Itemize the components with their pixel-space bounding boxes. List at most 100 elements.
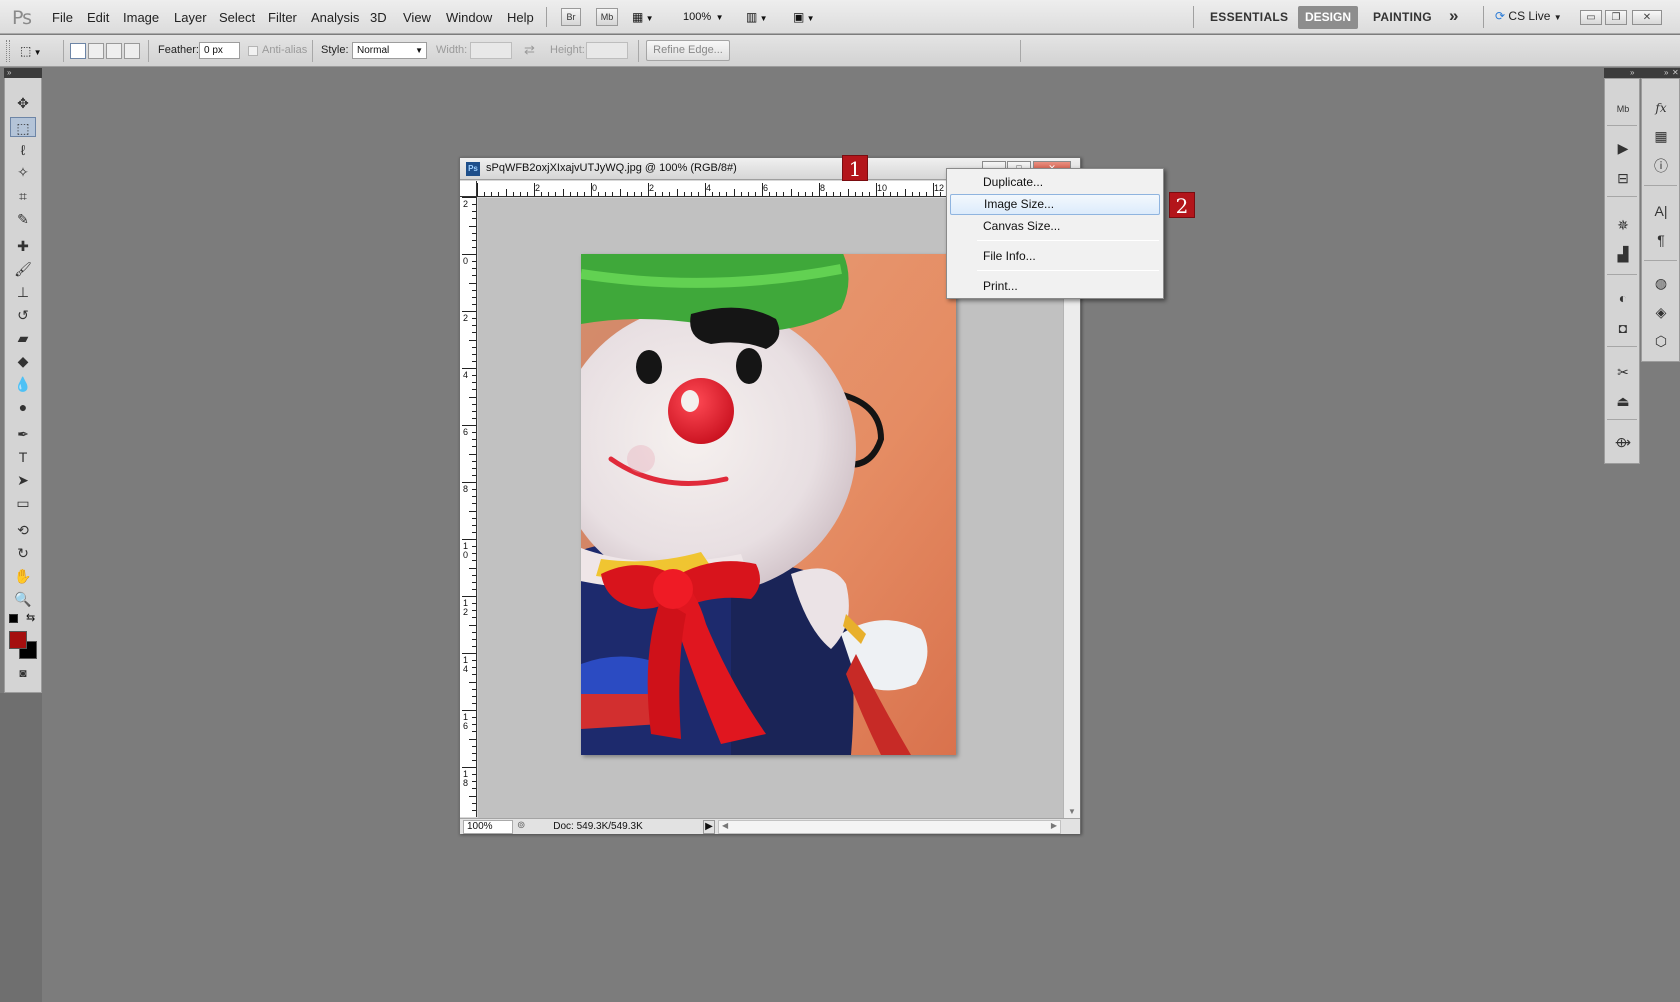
quick-mask-button[interactable]: ◙ — [10, 663, 36, 683]
tool-preset-picker[interactable]: ⬚ ▼ — [20, 42, 56, 60]
pen-tool[interactable]: ✒ — [10, 424, 36, 444]
menu-item-canvas-size[interactable]: Canvas Size... — [950, 216, 1160, 237]
menu-item-duplicate[interactable]: Duplicate... — [950, 172, 1160, 193]
menu-view[interactable]: View — [403, 10, 431, 25]
paths-panel-button[interactable]: ⬡ — [1648, 330, 1674, 352]
menu-item-file-info[interactable]: File Info... — [950, 246, 1160, 267]
layout-icon: ▥ — [746, 10, 758, 24]
channels-panel-button[interactable]: ◍ — [1648, 272, 1674, 294]
clone-stamp-tool[interactable]: ⊥ — [10, 282, 36, 302]
layers-panel-button[interactable]: ◈ — [1648, 301, 1674, 323]
menu-analysis[interactable]: Analysis — [311, 10, 359, 25]
animation-panel-button[interactable]: ▶ — [1610, 137, 1636, 159]
healing-brush-tool[interactable]: ✚ — [10, 236, 36, 256]
type-tool[interactable]: T — [10, 447, 36, 467]
menu-window[interactable]: Window — [446, 10, 492, 25]
clone-source-panel-button[interactable]: ⏏ — [1610, 390, 1636, 412]
3d-orbit-tool[interactable]: ↻ — [10, 543, 36, 563]
brush-tool[interactable]: 🖌 — [10, 259, 36, 279]
more-workspaces-button[interactable]: » — [1449, 6, 1459, 26]
histogram-panel-button[interactable]: ▟ — [1610, 243, 1636, 265]
menu-item-print[interactable]: Print... — [950, 276, 1160, 297]
foreground-color-swatch[interactable] — [9, 631, 27, 649]
quick-selection-tool[interactable]: ✧ — [10, 162, 36, 182]
status-menu-arrow-icon[interactable]: ▶ — [703, 820, 715, 834]
rectangular-marquee-tool[interactable]: ⬚ — [10, 117, 36, 137]
menu-edit[interactable]: Edit — [87, 10, 109, 25]
scroll-down-icon[interactable]: ▼ — [1068, 807, 1076, 816]
status-options-icon[interactable]: ⊚ — [517, 820, 525, 831]
ruler-origin[interactable] — [460, 181, 477, 197]
navigator-panel-button[interactable]: ✵ — [1610, 214, 1636, 236]
view-extras-button[interactable]: ▦ ▼ — [632, 8, 666, 26]
blur-tool[interactable]: 💧 — [10, 374, 36, 394]
style-select[interactable]: Normal ▼ — [352, 42, 427, 59]
subtract-selection-button[interactable] — [106, 43, 122, 59]
intersect-selection-button[interactable] — [124, 43, 140, 59]
eraser-tool[interactable]: ▰ — [10, 328, 36, 348]
menu-item-image-size[interactable]: Image Size... — [950, 194, 1160, 215]
swap-colors-icon[interactable]: ⇆ — [26, 611, 35, 624]
masks-panel-button[interactable]: ◘ — [1610, 317, 1636, 339]
minimize-button[interactable]: ▭ — [1580, 10, 1602, 25]
scroll-left-icon[interactable]: ◀ — [722, 821, 728, 830]
launch-bridge-button[interactable]: Br — [561, 8, 581, 26]
menu-file[interactable]: File — [52, 10, 73, 25]
zoom-field[interactable]: 100% — [463, 820, 513, 834]
arrange-documents-button[interactable]: ▥ ▼ — [746, 8, 780, 26]
options-grip[interactable] — [6, 40, 10, 62]
new-selection-button[interactable] — [70, 43, 86, 59]
eyedropper-icon: ✎ — [17, 211, 29, 227]
measurement-log-button[interactable]: ⊟ — [1610, 167, 1636, 189]
screen-mode-button[interactable]: ▣ ▼ — [793, 8, 827, 26]
restore-button[interactable]: ❐ — [1605, 10, 1627, 25]
width-input[interactable] — [470, 42, 512, 59]
menu-filter[interactable]: Filter — [268, 10, 297, 25]
menu-image[interactable]: Image — [123, 10, 159, 25]
3d-rotate-tool[interactable]: ⟲ — [10, 520, 36, 540]
horizontal-scrollbar[interactable]: ◀ ▶ — [718, 820, 1061, 834]
menu-select[interactable]: Select — [219, 10, 255, 25]
crop-tool[interactable]: ⌗ — [10, 186, 36, 206]
adjustments-panel-button[interactable]: ◐ — [1610, 287, 1636, 309]
swatches-panel-button[interactable]: ▦ — [1648, 125, 1674, 147]
tools-panel-header[interactable]: » — [4, 68, 42, 78]
workspace-painting[interactable]: PAINTING — [1373, 10, 1432, 24]
info-panel-button[interactable]: ⓘ — [1648, 155, 1674, 177]
history-brush-tool[interactable]: ↺ — [10, 305, 36, 325]
add-selection-button[interactable] — [88, 43, 104, 59]
anti-alias-checkbox[interactable] — [248, 46, 258, 56]
vertical-ruler[interactable]: 2024681012141618 — [460, 197, 477, 817]
default-colors-button[interactable] — [9, 614, 18, 623]
rectangle-tool[interactable]: ▭ — [10, 493, 36, 513]
scroll-right-icon[interactable]: ▶ — [1051, 821, 1057, 830]
tool-presets-panel-button[interactable]: ✂ — [1610, 361, 1636, 383]
workspace-essentials[interactable]: ESSENTIALS — [1210, 10, 1288, 24]
3d-panel-button[interactable]: ⟴ — [1610, 431, 1636, 453]
styles-panel-button[interactable]: fx — [1648, 96, 1674, 118]
dodge-tool[interactable]: ● — [10, 397, 36, 417]
swap-dimensions-icon[interactable]: ⇄ — [524, 42, 535, 58]
path-selection-tool[interactable]: ➤ — [10, 470, 36, 490]
menu-layer[interactable]: Layer — [174, 10, 207, 25]
launch-minibridge-button[interactable]: Mb — [596, 8, 618, 26]
paint-bucket-tool[interactable]: ◆ — [10, 351, 36, 371]
height-input[interactable] — [586, 42, 628, 59]
workspace-design[interactable]: DESIGN — [1298, 6, 1358, 29]
menu-help[interactable]: Help — [507, 10, 534, 25]
panel-dock-header[interactable]: » » ✕ — [1604, 68, 1680, 78]
paragraph-panel-button[interactable]: ¶ — [1648, 229, 1674, 251]
refine-edge-button[interactable]: Refine Edge... — [646, 40, 730, 61]
eyedropper-tool[interactable]: ✎ — [10, 209, 36, 229]
lasso-tool[interactable]: ℓ — [10, 140, 36, 160]
cs-live-button[interactable]: ⟳ CS Live ▼ — [1495, 9, 1562, 23]
close-app-button[interactable]: ✕ — [1632, 10, 1662, 25]
move-tool[interactable]: ✥ — [10, 93, 36, 113]
hand-tool[interactable]: ✋ — [10, 566, 36, 586]
zoom-level-select[interactable]: 100% ▼ — [683, 9, 731, 26]
character-panel-button[interactable]: A| — [1648, 200, 1674, 222]
menu-3d[interactable]: 3D — [370, 10, 387, 25]
zoom-tool[interactable]: 🔍 — [10, 589, 36, 609]
feather-input[interactable]: 0 px — [199, 42, 240, 59]
mini-bridge-panel-button[interactable]: Mb — [1610, 96, 1636, 118]
